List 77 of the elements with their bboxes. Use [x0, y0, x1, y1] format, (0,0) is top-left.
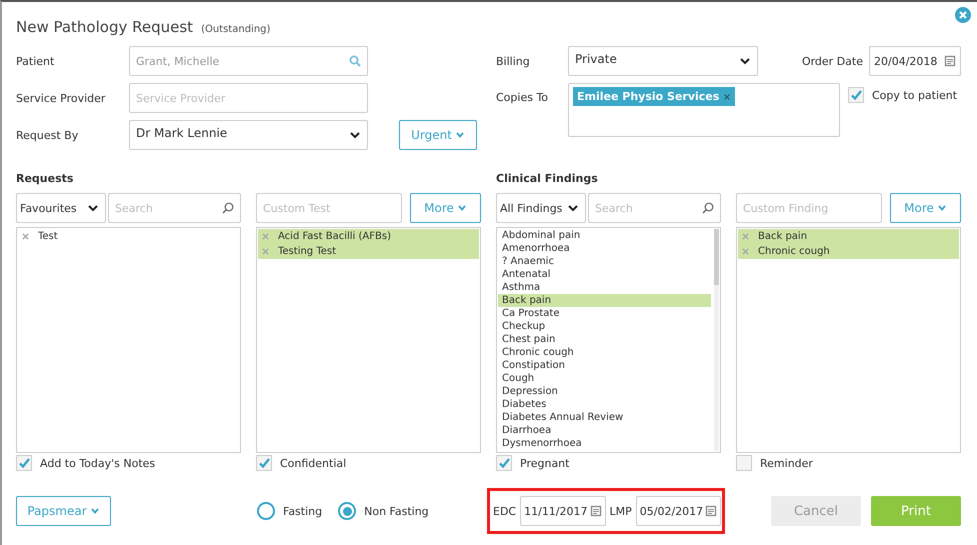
filter-dropdown[interactable]: All Findings — [496, 193, 586, 223]
field-label: Order Date — [802, 54, 863, 68]
field-label: LMP — [610, 504, 632, 518]
list-item[interactable]: Ca Prostate — [498, 307, 711, 320]
list-item[interactable]: Chronic cough — [498, 346, 711, 359]
list-item[interactable]: Antenatal — [498, 268, 711, 281]
calendar-icon — [705, 505, 718, 517]
list-item[interactable]: Diabetes — [498, 398, 711, 411]
field-label: Patient — [16, 54, 56, 68]
section-heading: Clinical Findings — [496, 170, 599, 186]
field-label: Copies To — [496, 91, 550, 104]
list-item[interactable]: Dysmenorrhoea — [498, 437, 711, 450]
dialog-title: New Pathology Request — [16, 18, 194, 36]
chevron-icon — [454, 130, 465, 140]
radio-label: Non Fasting — [364, 504, 429, 518]
scrollbar[interactable] — [714, 229, 719, 451]
radio-label: Fasting — [283, 504, 322, 518]
list-item[interactable]: ? Anaemic — [498, 255, 711, 268]
lmp-date-field[interactable]: 05/02/2017 — [636, 496, 722, 526]
custom-entry-field[interactable]: Custom Test — [256, 193, 402, 223]
list-item[interactable]: Chest pain — [498, 333, 711, 346]
remove-icon[interactable] — [723, 92, 732, 100]
checkbox[interactable] — [736, 455, 752, 471]
close-icon[interactable] — [955, 7, 971, 23]
checkbox-label: Reminder — [760, 456, 813, 470]
checkbox[interactable] — [848, 87, 864, 103]
billing-dropdown[interactable]: Private — [568, 46, 758, 76]
service-provider-field[interactable]: Service Provider — [129, 83, 368, 113]
search-icon — [702, 202, 714, 214]
checkbox[interactable] — [256, 455, 272, 471]
remove-icon[interactable] — [742, 248, 749, 255]
checkbox-label: Copy to patient — [872, 88, 958, 102]
checkbox[interactable] — [496, 455, 512, 471]
remove-icon[interactable] — [742, 233, 749, 240]
chevron-icon — [936, 203, 947, 213]
calendar-icon — [944, 55, 956, 67]
list-item[interactable]: Testing Test — [258, 244, 479, 259]
remove-icon[interactable] — [22, 233, 29, 240]
chevron-icon — [90, 506, 100, 516]
request-status: (Outstanding) — [201, 24, 270, 35]
chevron-icon — [456, 203, 467, 213]
remove-icon[interactable] — [262, 248, 269, 255]
list-item[interactable]: Back pain — [498, 294, 711, 307]
section-heading: Requests — [16, 170, 74, 186]
list-item[interactable]: Abdominal pain — [498, 229, 711, 242]
list-item[interactable]: Constipation — [498, 359, 711, 372]
request-by-dropdown[interactable]: Dr Mark Lennie — [129, 120, 368, 150]
calendar-icon — [590, 505, 602, 517]
checkbox-label: Add to Today's Notes — [40, 456, 156, 470]
list-item[interactable]: Test — [18, 229, 239, 244]
list-item[interactable]: Back pain — [738, 229, 959, 244]
list-item[interactable]: Diabetes Annual Review — [498, 411, 711, 424]
checkbox-label: Confidential — [280, 456, 346, 470]
list-item[interactable]: Asthma — [498, 281, 711, 294]
list-item[interactable]: Checkup — [498, 320, 711, 333]
search-icon — [349, 55, 361, 67]
custom-entry-field[interactable]: Custom Finding — [736, 193, 882, 223]
field-label: Billing — [496, 54, 531, 68]
remove-icon[interactable] — [262, 233, 269, 240]
edc-date-field[interactable]: 11/11/2017 — [520, 496, 606, 526]
list-item[interactable]: Amenorrhoea — [498, 242, 711, 255]
checkbox-label: Pregnant — [520, 456, 570, 470]
radio-button[interactable] — [257, 502, 275, 520]
radio-button[interactable] — [338, 502, 356, 520]
field-label: Request By — [16, 128, 80, 142]
filter-dropdown[interactable]: Favourites — [16, 193, 106, 223]
order-date-field[interactable]: 20/04/2018 — [869, 46, 961, 76]
field-label: EDC — [493, 504, 516, 518]
field-label: Service Provider — [16, 92, 106, 104]
search-icon — [222, 202, 234, 214]
list-item[interactable]: Depression — [498, 385, 711, 398]
checkbox[interactable] — [16, 455, 32, 471]
list-item[interactable]: Acid Fast Bacilli (AFBs) — [258, 229, 479, 244]
list-item[interactable]: Cough — [498, 372, 711, 385]
recipient-tag: Emilee Physio Services — [573, 87, 736, 106]
list-item[interactable]: Diarrhoea — [498, 424, 711, 437]
list-item[interactable]: Chronic cough — [738, 244, 959, 259]
